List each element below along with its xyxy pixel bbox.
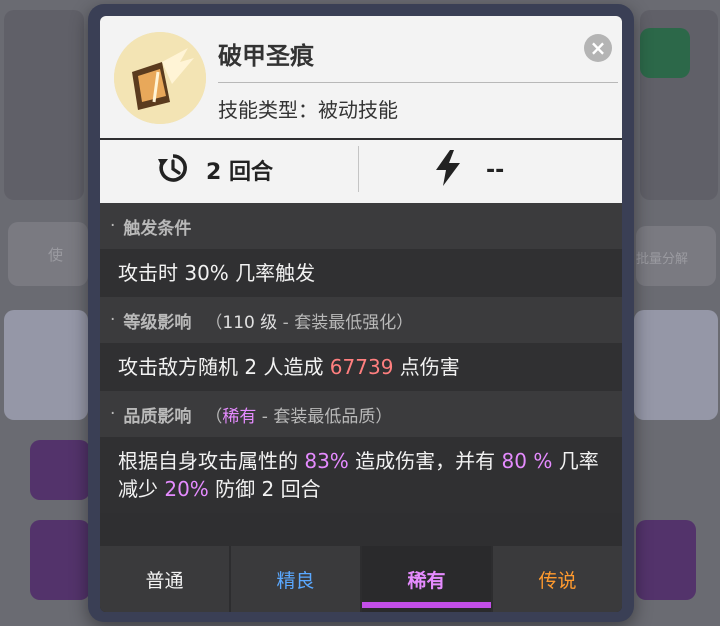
close-icon: × — [589, 36, 607, 60]
stats-divider — [358, 146, 359, 192]
cooldown-value: 2 回合 — [206, 160, 273, 185]
quality-text-mid1: 造成伤害，并有 — [348, 449, 502, 473]
tab-normal[interactable]: 普通 — [100, 546, 229, 612]
tab-rare[interactable]: 稀有 — [362, 546, 491, 612]
trigger-section-header: · 触发条件 — [100, 203, 622, 249]
quality-text-post: 防御 2 回合 — [208, 477, 321, 501]
quality-text-pre: 根据自身攻击属性的 — [118, 449, 305, 473]
trigger-body: 攻击时 30% 几率触发 — [100, 249, 622, 297]
quality-rarity: 稀有 — [222, 406, 257, 427]
energy-stat: -- — [434, 150, 505, 190]
skill-detail-modal: 破甲圣痕 技能类型：被动技能 × 2 回合 -- · 触发条件 攻击时 30% … — [88, 4, 634, 622]
tab-label: 稀有 — [407, 569, 446, 592]
tab-label: 精良 — [276, 569, 315, 592]
skill-emblem-icon — [114, 32, 206, 124]
level-text-pre: 攻击敌方随机 2 人造成 — [118, 355, 330, 379]
defense-reduction-percent: 20% — [164, 477, 209, 501]
level-value: 110 级 — [222, 312, 278, 333]
quality-body: 根据自身攻击属性的 83% 造成伤害，并有 80 % 几率减少 20% 防御 2… — [100, 437, 622, 513]
level-subtitle: （110 级 - 套装最低强化） — [205, 312, 414, 333]
cooldown-icon — [156, 151, 190, 189]
bullet: · — [110, 404, 116, 424]
bullet: · — [110, 216, 116, 236]
tab-label: 传说 — [538, 569, 577, 592]
skill-name: 破甲圣痕 — [218, 42, 314, 70]
skill-type-value: 被动技能 — [318, 98, 398, 122]
energy-value: -- — [486, 157, 505, 183]
skill-header: 破甲圣痕 技能类型：被动技能 × — [100, 16, 622, 138]
skill-stats-bar: 2 回合 -- — [100, 140, 622, 203]
tab-label: 普通 — [145, 569, 184, 592]
skill-type: 技能类型：被动技能 — [218, 94, 398, 123]
level-text-post: 点伤害 — [393, 355, 460, 379]
skill-type-label: 技能类型 — [218, 98, 298, 122]
level-body: 攻击敌方随机 2 人造成 67739 点伤害 — [100, 343, 622, 391]
trigger-text: 攻击时 30% 几率触发 — [118, 261, 316, 285]
damage-value: 67739 — [329, 355, 394, 379]
skill-type-colon: ： — [298, 98, 318, 122]
rarity-tabs: 普通 精良 稀有 传说 — [100, 546, 622, 612]
quality-subtitle: （稀有 - 套装最低品质） — [205, 406, 393, 427]
quality-title: 品质影响 — [123, 406, 192, 427]
level-title: 等级影响 — [123, 312, 192, 333]
lightning-icon — [434, 150, 462, 190]
level-section-header: · 等级影响 （110 级 - 套装最低强化） — [100, 297, 622, 343]
quality-section-header: · 品质影响 （稀有 - 套装最低品质） — [100, 391, 622, 437]
tab-fine[interactable]: 精良 — [231, 546, 360, 612]
bullet: · — [110, 310, 116, 330]
attack-percent: 83% — [304, 449, 349, 473]
tab-legendary[interactable]: 传说 — [493, 546, 622, 612]
close-button[interactable]: × — [584, 34, 612, 62]
modal-inner: 破甲圣痕 技能类型：被动技能 × 2 回合 -- · 触发条件 攻击时 30% … — [100, 16, 622, 612]
header-divider — [218, 82, 618, 83]
cooldown-stat: 2 回合 — [156, 152, 273, 188]
skill-description: · 触发条件 攻击时 30% 几率触发 · 等级影响 （110 级 - 套装最低… — [100, 203, 622, 513]
trigger-title: 触发条件 — [123, 218, 192, 239]
chance-percent: 80 % — [501, 449, 553, 473]
